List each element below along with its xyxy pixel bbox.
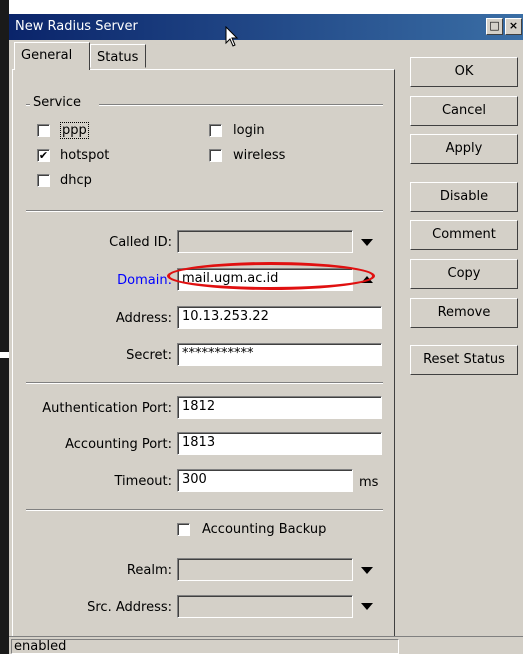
called-id-field[interactable] xyxy=(177,230,353,253)
close-icon: × xyxy=(508,19,519,32)
disable-button[interactable]: Disable xyxy=(410,182,518,212)
maximize-icon: □ xyxy=(489,19,500,32)
service-group-label: Service xyxy=(33,95,82,110)
secret-label: Secret: xyxy=(126,348,172,363)
auth-port-field[interactable]: 1812 xyxy=(177,396,382,419)
address-label: Address: xyxy=(115,311,172,326)
close-button[interactable]: × xyxy=(505,18,522,35)
tab-status[interactable]: Status xyxy=(90,44,146,68)
login-checkbox[interactable] xyxy=(209,124,222,137)
hotspot-checkbox[interactable]: ✔ xyxy=(37,149,50,162)
src-address-field[interactable] xyxy=(177,595,353,618)
timeout-field[interactable]: 300 xyxy=(177,469,353,492)
dhcp-label: dhcp xyxy=(60,173,92,188)
realm-dropdown-icon[interactable] xyxy=(361,567,373,574)
tab-general-label: General xyxy=(21,48,73,63)
separator xyxy=(26,509,383,511)
ppp-label: ppp xyxy=(60,122,89,139)
maximize-button[interactable]: □ xyxy=(486,18,503,35)
address-field[interactable]: 10.13.253.22 xyxy=(177,306,382,329)
acct-port-label: Accounting Port: xyxy=(65,437,172,452)
dhcp-checkbox[interactable] xyxy=(37,174,50,187)
timeout-unit-label: ms xyxy=(359,475,379,490)
comment-button[interactable]: Comment xyxy=(410,220,518,250)
apply-button[interactable]: Apply xyxy=(410,134,518,164)
realm-label: Realm: xyxy=(126,563,172,578)
cancel-button[interactable]: Cancel xyxy=(410,96,518,126)
login-label: login xyxy=(233,123,265,138)
reset-status-button[interactable]: Reset Status xyxy=(410,345,518,375)
accounting-backup-label: Accounting Backup xyxy=(202,522,327,537)
called-id-dropdown-icon[interactable] xyxy=(361,239,373,246)
tab-general[interactable]: General xyxy=(14,42,90,70)
status-bar: enabled xyxy=(9,636,523,654)
check-icon: ✔ xyxy=(38,149,49,162)
copy-button[interactable]: Copy xyxy=(410,259,518,289)
src-address-dropdown-icon[interactable] xyxy=(361,603,373,610)
tab-status-label: Status xyxy=(97,50,139,65)
window-title: New Radius Server xyxy=(15,19,138,34)
acct-port-field[interactable]: 1813 xyxy=(177,432,382,455)
desktop-background xyxy=(0,0,9,654)
remove-button[interactable]: Remove xyxy=(410,298,518,328)
auth-port-label: Authentication Port: xyxy=(42,401,172,416)
group-line xyxy=(99,104,383,106)
wireless-checkbox[interactable] xyxy=(209,149,222,162)
src-address-label: Src. Address: xyxy=(87,600,172,615)
radius-server-window: New Radius Server □ × General Status Ser… xyxy=(9,14,523,654)
ppp-label-text: ppp xyxy=(60,122,89,139)
title-bar[interactable]: New Radius Server □ × xyxy=(9,14,523,40)
status-text: enabled xyxy=(11,639,399,654)
timeout-label: Timeout: xyxy=(114,474,172,489)
realm-field[interactable] xyxy=(177,558,353,581)
separator xyxy=(26,210,383,212)
wireless-label: wireless xyxy=(233,148,286,163)
ok-button[interactable]: OK xyxy=(410,57,518,87)
group-line xyxy=(26,104,30,106)
mouse-pointer-icon xyxy=(225,26,239,47)
separator xyxy=(26,382,383,384)
red-highlight-annotation xyxy=(167,262,375,290)
hotspot-label: hotspot xyxy=(60,148,110,163)
called-id-label: Called ID: xyxy=(109,235,172,250)
secret-field[interactable]: *********** xyxy=(177,343,382,366)
ppp-checkbox[interactable] xyxy=(37,124,50,137)
domain-label: Domain: xyxy=(117,273,172,288)
accounting-backup-checkbox[interactable] xyxy=(177,523,190,536)
